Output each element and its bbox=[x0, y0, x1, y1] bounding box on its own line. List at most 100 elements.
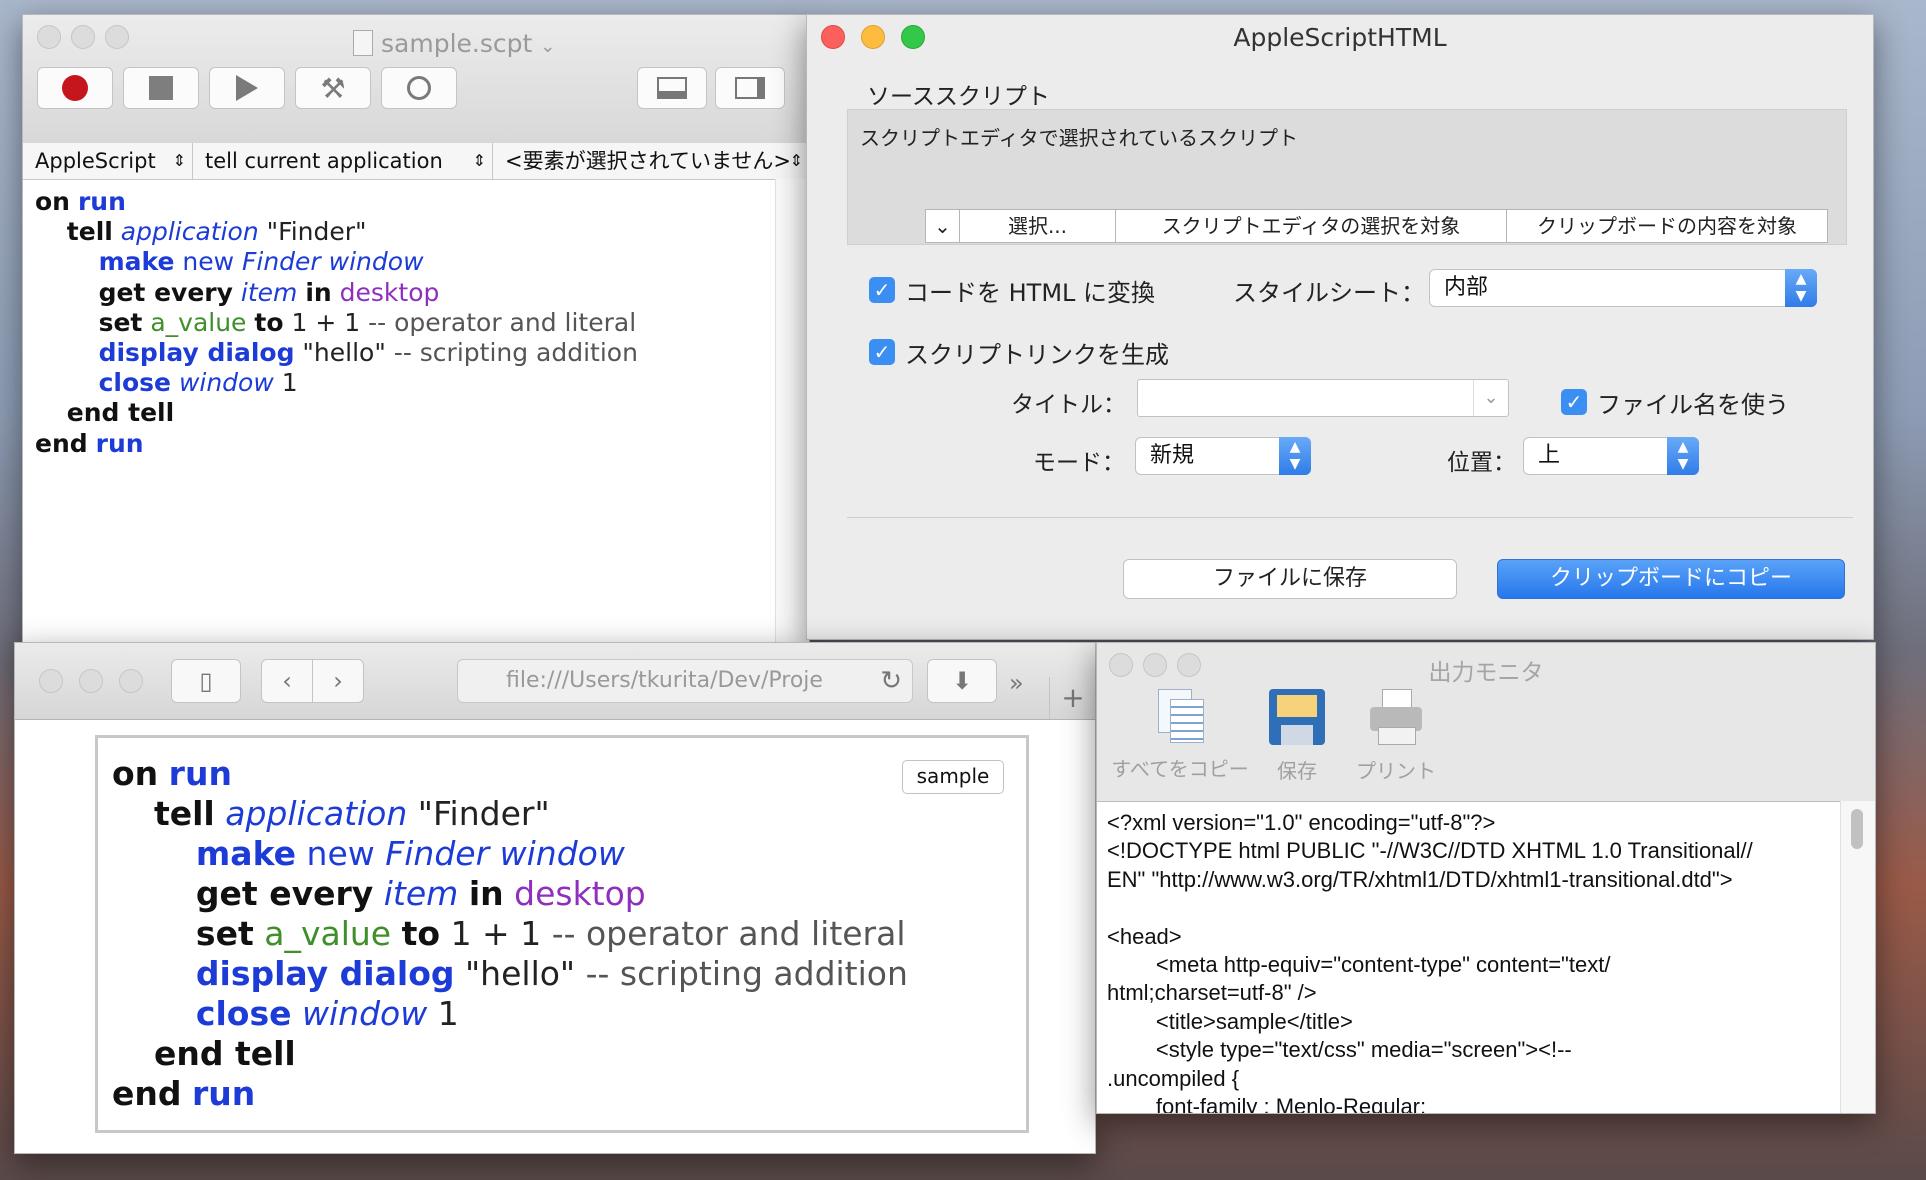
save-button[interactable]: 保存 bbox=[1247, 689, 1347, 784]
checkmark-icon: ✓ bbox=[873, 340, 891, 364]
scrollbar[interactable] bbox=[775, 179, 809, 655]
sidebar-icon: ▯ bbox=[199, 667, 213, 695]
title-label: タイトル： bbox=[1011, 392, 1126, 418]
minimize-button[interactable] bbox=[79, 669, 103, 693]
html-output-text[interactable]: <?xml version="1.0" encoding="utf-8"?> <!… bbox=[1107, 809, 1837, 1114]
script-link-label: スクリプトリンクを生成 bbox=[905, 341, 1169, 369]
script-preview-box: sample on run tell application "Finder" … bbox=[95, 735, 1029, 1133]
title-combobox[interactable]: ⌄ bbox=[1137, 379, 1509, 417]
printer-icon bbox=[1368, 689, 1424, 745]
script-link-checkbox[interactable]: ✓ bbox=[869, 339, 895, 365]
rendered-script-code: on run tell application "Finder" make ne… bbox=[112, 754, 908, 1113]
updown-arrow-icon: ⇕ bbox=[172, 151, 186, 170]
stylesheet-label: スタイルシート： bbox=[1233, 279, 1425, 307]
copy-documents-icon bbox=[1158, 689, 1204, 743]
floppy-disk-icon bbox=[1269, 689, 1325, 745]
target-popup[interactable]: tell current application ⇕ bbox=[193, 143, 493, 179]
save-to-file-button[interactable]: ファイルに保存 bbox=[1123, 559, 1457, 599]
editor-titlebar: sample.scpt ⌄ ⚒ bbox=[23, 15, 809, 144]
output-line: <!DOCTYPE html PUBLIC "-//W3C//DTD XHTML… bbox=[1107, 838, 1753, 864]
print-label: プリント bbox=[1356, 759, 1436, 783]
output-line: font-family : Menlo-Regular; bbox=[1107, 1094, 1427, 1114]
monitor-toolbar: 出力モニタ すべてをコピー 保存 プリント bbox=[1097, 643, 1875, 802]
mode-popup[interactable]: 新規 ▲ ▼ bbox=[1135, 437, 1311, 475]
output-line: <?xml version="1.0" encoding="utf-8"?> bbox=[1107, 810, 1496, 835]
play-icon bbox=[236, 75, 258, 101]
split-view-button[interactable] bbox=[637, 67, 707, 109]
log-button[interactable] bbox=[381, 67, 457, 109]
plus-icon: + bbox=[1061, 681, 1085, 714]
sidebar-button[interactable] bbox=[715, 67, 785, 109]
checkmark-icon: ✓ bbox=[873, 278, 891, 302]
stop-button[interactable] bbox=[123, 67, 199, 109]
right-panel-icon bbox=[735, 77, 765, 99]
updown-arrow-icon: ▲ ▼ bbox=[1279, 437, 1311, 475]
segment-menu[interactable]: ⌄ bbox=[926, 210, 960, 242]
navigation-bar: AppleScript ⇕ tell current application ⇕… bbox=[23, 143, 809, 180]
stylesheet-popup[interactable]: 内部 ▲ ▼ bbox=[1429, 269, 1817, 307]
use-filename-checkbox[interactable]: ✓ bbox=[1561, 389, 1587, 415]
new-tab-button[interactable]: + bbox=[1049, 677, 1095, 719]
position-popup[interactable]: 上 ▲ ▼ bbox=[1523, 437, 1699, 475]
source-segmented-control: ⌄ 選択... スクリプトエディタの選択を対象 クリップボードの内容を対象 bbox=[925, 209, 1828, 243]
zoom-button[interactable] bbox=[119, 669, 143, 693]
segment-clipboard[interactable]: クリップボードの内容を対象 bbox=[1507, 210, 1827, 242]
output-line: html;charset=utf-8" /> bbox=[1107, 980, 1317, 1006]
convert-html-checkbox[interactable]: ✓ bbox=[869, 277, 895, 303]
copy-all-label: すべてをコピー bbox=[1111, 757, 1249, 781]
source-script-label: ソーススクリプト bbox=[867, 84, 1050, 110]
close-button[interactable] bbox=[37, 25, 61, 49]
save-label: 保存 bbox=[1277, 759, 1317, 783]
updown-arrow-icon: ⇕ bbox=[472, 151, 486, 170]
run-button[interactable] bbox=[209, 67, 285, 109]
output-monitor-window: 出力モニタ すべてをコピー 保存 プリント <?xml version="1.0… bbox=[1096, 642, 1876, 1114]
browser-window: ▯ ‹ › file:///Users/tkurita/Dev/Proje ↻ … bbox=[14, 642, 1096, 1154]
print-button[interactable]: プリント bbox=[1341, 689, 1451, 784]
script-code[interactable]: on run tell application "Finder" make ne… bbox=[35, 187, 638, 459]
chevron-down-icon: ⌄ bbox=[1473, 380, 1508, 416]
segment-script-editor[interactable]: スクリプトエディタの選択を対象 bbox=[1116, 210, 1507, 242]
address-bar[interactable]: file:///Users/tkurita/Dev/Proje ↻ bbox=[457, 659, 913, 703]
sample-button[interactable]: sample bbox=[902, 760, 1004, 794]
hammer-icon: ⚒ bbox=[320, 71, 346, 105]
chevron-down-icon: ⌄ bbox=[540, 36, 556, 57]
downloads-button[interactable]: ⬇ bbox=[927, 659, 997, 703]
chevron-right-icon: › bbox=[333, 667, 343, 695]
element-popup[interactable]: <要素が選択されていません> ⇕ bbox=[493, 143, 809, 179]
close-button[interactable] bbox=[39, 669, 63, 693]
mode-label: モード： bbox=[1033, 450, 1125, 476]
applescripthtml-window: AppleScriptHTML ソーススクリプト スクリプトエディタで選択されて… bbox=[806, 14, 1874, 640]
copy-all-button[interactable]: すべてをコピー bbox=[1105, 689, 1255, 782]
minimize-button[interactable] bbox=[71, 25, 95, 49]
divider bbox=[847, 517, 1853, 518]
compile-button[interactable]: ⚒ bbox=[295, 67, 371, 109]
sidebar-button[interactable]: ▯ bbox=[171, 659, 241, 703]
record-button[interactable] bbox=[37, 67, 113, 109]
chevron-more-icon[interactable]: » bbox=[1009, 669, 1024, 697]
copy-to-clipboard-button[interactable]: クリップボードにコピー bbox=[1497, 559, 1845, 599]
updown-arrow-icon: ▲ ▼ bbox=[1785, 269, 1817, 307]
output-line: EN" "http://www.w3.org/TR/xhtml1/DTD/xht… bbox=[1107, 866, 1733, 892]
segment-select[interactable]: 選択... bbox=[960, 210, 1116, 242]
bottom-panel-icon bbox=[657, 77, 687, 99]
reload-icon[interactable]: ↻ bbox=[880, 660, 902, 702]
download-icon: ⬇ bbox=[951, 667, 973, 695]
back-button[interactable]: ‹ bbox=[261, 659, 313, 703]
window-title: 出力モニタ bbox=[1428, 660, 1544, 686]
output-line: <meta http-equiv="content-type" content=… bbox=[1107, 952, 1611, 978]
window-title[interactable]: sample.scpt ⌄ bbox=[353, 29, 555, 58]
use-filename-label: ファイル名を使う bbox=[1597, 391, 1789, 419]
scrollbar-thumb[interactable] bbox=[1851, 809, 1863, 849]
browser-toolbar: ▯ ‹ › file:///Users/tkurita/Dev/Proje ↻ … bbox=[15, 643, 1095, 720]
document-icon bbox=[353, 30, 373, 56]
output-line: <head> bbox=[1107, 923, 1182, 949]
language-popup[interactable]: AppleScript ⇕ bbox=[23, 143, 193, 179]
forward-button[interactable]: › bbox=[312, 659, 364, 703]
zoom-button[interactable] bbox=[105, 25, 129, 49]
clock-icon bbox=[407, 76, 431, 100]
record-icon bbox=[62, 75, 88, 101]
output-line: <style type="text/css" media="screen"><!… bbox=[1107, 1037, 1572, 1063]
scrollbar[interactable] bbox=[1840, 801, 1875, 1113]
stop-icon bbox=[149, 76, 173, 100]
script-editor-window: sample.scpt ⌄ ⚒ AppleScript ⇕ tell curre… bbox=[22, 14, 810, 656]
